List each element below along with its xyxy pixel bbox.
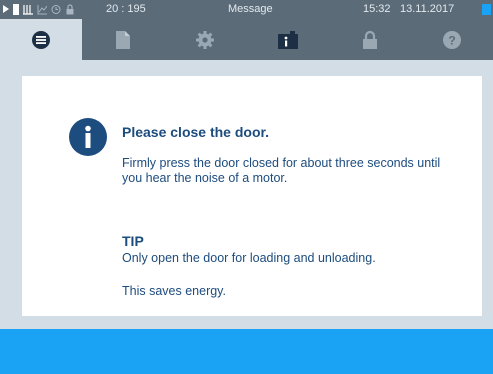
tab-bar: ?: [0, 19, 493, 60]
lock-icon: [362, 30, 377, 49]
message-dialog: Please close the door. Firmly press the …: [22, 76, 482, 316]
help-icon: ?: [442, 30, 461, 49]
info-device-icon: [277, 30, 298, 49]
clock-icon: [51, 4, 61, 15]
tip-heading: TIP: [122, 233, 144, 249]
tip-text: Only open the door for loading and unloa…: [122, 251, 376, 265]
status-bar: 20 : 195 Message 15:32 13.11.2017: [0, 0, 493, 19]
tab-log[interactable]: [82, 19, 164, 60]
tab-info[interactable]: [246, 19, 328, 60]
svg-text:?: ?: [448, 33, 455, 47]
tab-settings[interactable]: [164, 19, 246, 60]
status-icons: [3, 3, 75, 15]
tip-note: This saves energy.: [122, 284, 226, 298]
message-body: Firmly press the door closed for about t…: [122, 156, 441, 185]
message-title: Please close the door.: [122, 124, 270, 140]
heating-icon: [23, 4, 33, 15]
lock-icon: [65, 3, 75, 15]
confirm-bar[interactable]: [0, 329, 493, 374]
status-indicator: [482, 4, 491, 15]
batch-counter: 20 : 195: [106, 3, 146, 15]
tab-menu[interactable]: [0, 19, 83, 60]
tab-help[interactable]: ?: [411, 19, 493, 60]
play-icon: [3, 5, 9, 13]
status-date: 13.11.2017: [400, 3, 455, 15]
info-icon: [69, 118, 107, 156]
document-icon: [13, 3, 19, 15]
tab-lock[interactable]: [329, 19, 411, 60]
status-time: 15:32: [363, 3, 391, 15]
status-message: Message: [228, 3, 273, 15]
graph-icon: [37, 4, 47, 15]
document-icon: [116, 30, 131, 49]
list-icon: [32, 30, 51, 49]
gear-icon: [196, 30, 215, 49]
